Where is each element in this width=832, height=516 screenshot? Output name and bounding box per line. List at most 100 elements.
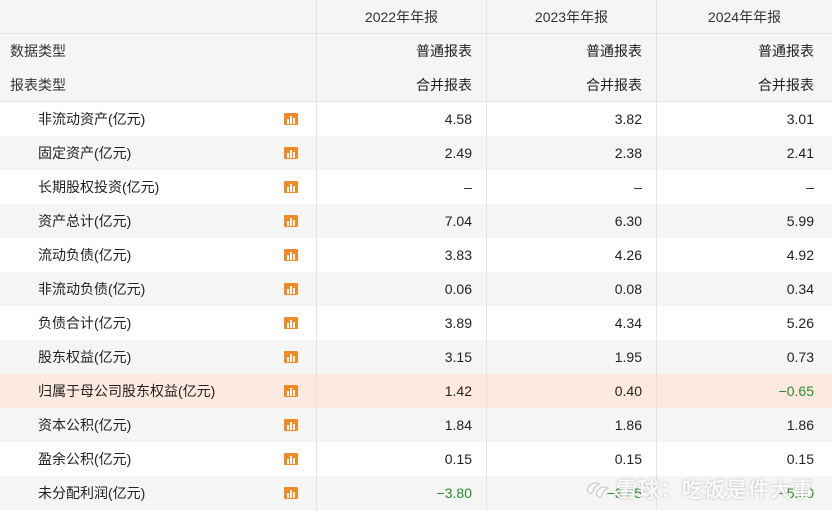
row-label-cell: 资产总计(亿元) xyxy=(0,204,316,238)
header-corner xyxy=(0,0,316,33)
table-row: 资本公积(亿元) 1.84 1.86 1.86 xyxy=(0,408,832,442)
bar-chart-icon[interactable] xyxy=(284,215,298,227)
row-label: 资本公积(亿元) xyxy=(38,417,132,433)
table-row: 归属于母公司股东权益(亿元) 1.42 0.40 −0.65 xyxy=(0,374,832,408)
cell-2023: −3.85 xyxy=(486,476,656,510)
table-row: 资产总计(亿元) 7.04 6.30 5.99 xyxy=(0,204,832,238)
bar-chart-icon[interactable] xyxy=(284,317,298,329)
table-row: 流动负债(亿元) 3.83 4.26 4.92 xyxy=(0,238,832,272)
bar-chart-icon[interactable] xyxy=(284,419,298,431)
row-label: 流动负债(亿元) xyxy=(38,247,132,263)
meta-row-data-type: 数据类型 普通报表 普通报表 普通报表 xyxy=(0,34,832,68)
cell-2023: 3.82 xyxy=(486,102,656,136)
cell-2024: −5.90 xyxy=(656,476,832,510)
table-row: 非流动负债(亿元) 0.06 0.08 0.34 xyxy=(0,272,832,306)
bar-chart-icon[interactable] xyxy=(284,351,298,363)
cell-2023: 2.38 xyxy=(486,136,656,170)
cell-2023: 4.26 xyxy=(486,238,656,272)
row-label: 数据类型 xyxy=(10,43,66,59)
cell-2024: 普通报表 xyxy=(656,34,832,68)
cell-2024: 2.41 xyxy=(656,136,832,170)
cell-2023: 4.34 xyxy=(486,306,656,340)
cell-2024: 5.26 xyxy=(656,306,832,340)
cell-2024: 0.15 xyxy=(656,442,832,476)
row-label: 非流动负债(亿元) xyxy=(38,281,146,297)
row-label-cell: 未分配利润(亿元) xyxy=(0,476,316,510)
row-label-cell: 归属于母公司股东权益(亿元) xyxy=(0,374,316,408)
cell-2024: – xyxy=(656,170,832,204)
financial-table: 2022年年报 2023年年报 2024年年报 数据类型 普通报表 普通报表 普… xyxy=(0,0,832,510)
table-row: 股东权益(亿元) 3.15 1.95 0.73 xyxy=(0,340,832,374)
bar-chart-icon[interactable] xyxy=(284,385,298,397)
table-row: 负债合计(亿元) 3.89 4.34 5.26 xyxy=(0,306,832,340)
bar-chart-icon[interactable] xyxy=(284,147,298,159)
row-label: 非流动资产(亿元) xyxy=(38,111,146,127)
cell-2022: 0.06 xyxy=(316,272,486,306)
table-row: 固定资产(亿元) 2.49 2.38 2.41 xyxy=(0,136,832,170)
row-label: 股东权益(亿元) xyxy=(38,349,132,365)
row-label-cell: 流动负债(亿元) xyxy=(0,238,316,272)
cell-2024: −0.65 xyxy=(656,374,832,408)
cell-2024: 3.01 xyxy=(656,102,832,136)
cell-2022: 1.84 xyxy=(316,408,486,442)
bar-chart-icon[interactable] xyxy=(284,487,298,499)
row-label: 负债合计(亿元) xyxy=(38,315,132,331)
header-2023[interactable]: 2023年年报 xyxy=(486,0,656,33)
cell-2022: 0.15 xyxy=(316,442,486,476)
cell-2023: 1.95 xyxy=(486,340,656,374)
cell-2022: 3.83 xyxy=(316,238,486,272)
row-label: 未分配利润(亿元) xyxy=(38,485,146,501)
row-label: 资产总计(亿元) xyxy=(38,213,132,229)
cell-2024: 5.99 xyxy=(656,204,832,238)
cell-2022: 普通报表 xyxy=(316,34,486,68)
cell-2023: 1.86 xyxy=(486,408,656,442)
cell-2022: 1.42 xyxy=(316,374,486,408)
cell-2024: 合并报表 xyxy=(656,68,832,101)
cell-2023: 合并报表 xyxy=(486,68,656,101)
bar-chart-icon[interactable] xyxy=(284,113,298,125)
cell-2023: – xyxy=(486,170,656,204)
row-label-cell: 长期股权投资(亿元) xyxy=(0,170,316,204)
row-label-cell: 负债合计(亿元) xyxy=(0,306,316,340)
bar-chart-icon[interactable] xyxy=(284,181,298,193)
row-label-cell: 盈余公积(亿元) xyxy=(0,442,316,476)
row-label: 固定资产(亿元) xyxy=(38,145,132,161)
table-row: 非流动资产(亿元) 4.58 3.82 3.01 xyxy=(0,102,832,136)
row-label: 长期股权投资(亿元) xyxy=(38,179,160,195)
cell-2024: 0.34 xyxy=(656,272,832,306)
row-label: 盈余公积(亿元) xyxy=(38,451,132,467)
meta-row-report-type: 报表类型 合并报表 合并报表 合并报表 xyxy=(0,68,832,102)
row-label: 归属于母公司股东权益(亿元) xyxy=(38,383,216,399)
cell-2022: – xyxy=(316,170,486,204)
bar-chart-icon[interactable] xyxy=(284,453,298,465)
cell-2023: 0.15 xyxy=(486,442,656,476)
header-2022[interactable]: 2022年年报 xyxy=(316,0,486,33)
cell-2024: 1.86 xyxy=(656,408,832,442)
table-header: 2022年年报 2023年年报 2024年年报 xyxy=(0,0,832,34)
row-label-cell: 股东权益(亿元) xyxy=(0,340,316,374)
row-label-cell: 固定资产(亿元) xyxy=(0,136,316,170)
cell-2022: −3.80 xyxy=(316,476,486,510)
cell-2023: 0.08 xyxy=(486,272,656,306)
cell-2022: 3.89 xyxy=(316,306,486,340)
cell-2022: 2.49 xyxy=(316,136,486,170)
cell-2023: 普通报表 xyxy=(486,34,656,68)
table-row: 盈余公积(亿元) 0.15 0.15 0.15 xyxy=(0,442,832,476)
bar-chart-icon[interactable] xyxy=(284,283,298,295)
cell-2023: 6.30 xyxy=(486,204,656,238)
cell-2022: 3.15 xyxy=(316,340,486,374)
cell-2022: 7.04 xyxy=(316,204,486,238)
cell-2024: 4.92 xyxy=(656,238,832,272)
cell-2022: 4.58 xyxy=(316,102,486,136)
row-label: 报表类型 xyxy=(10,76,66,93)
bar-chart-icon[interactable] xyxy=(284,249,298,261)
row-label-cell: 非流动资产(亿元) xyxy=(0,102,316,136)
row-label-cell: 资本公积(亿元) xyxy=(0,408,316,442)
table-row: 未分配利润(亿元) −3.80 −3.85 −5.90 xyxy=(0,476,832,510)
header-2024[interactable]: 2024年年报 xyxy=(656,0,832,33)
cell-2024: 0.73 xyxy=(656,340,832,374)
cell-2023: 0.40 xyxy=(486,374,656,408)
table-row: 长期股权投资(亿元) – – – xyxy=(0,170,832,204)
row-label-cell: 非流动负债(亿元) xyxy=(0,272,316,306)
cell-2022: 合并报表 xyxy=(316,68,486,101)
